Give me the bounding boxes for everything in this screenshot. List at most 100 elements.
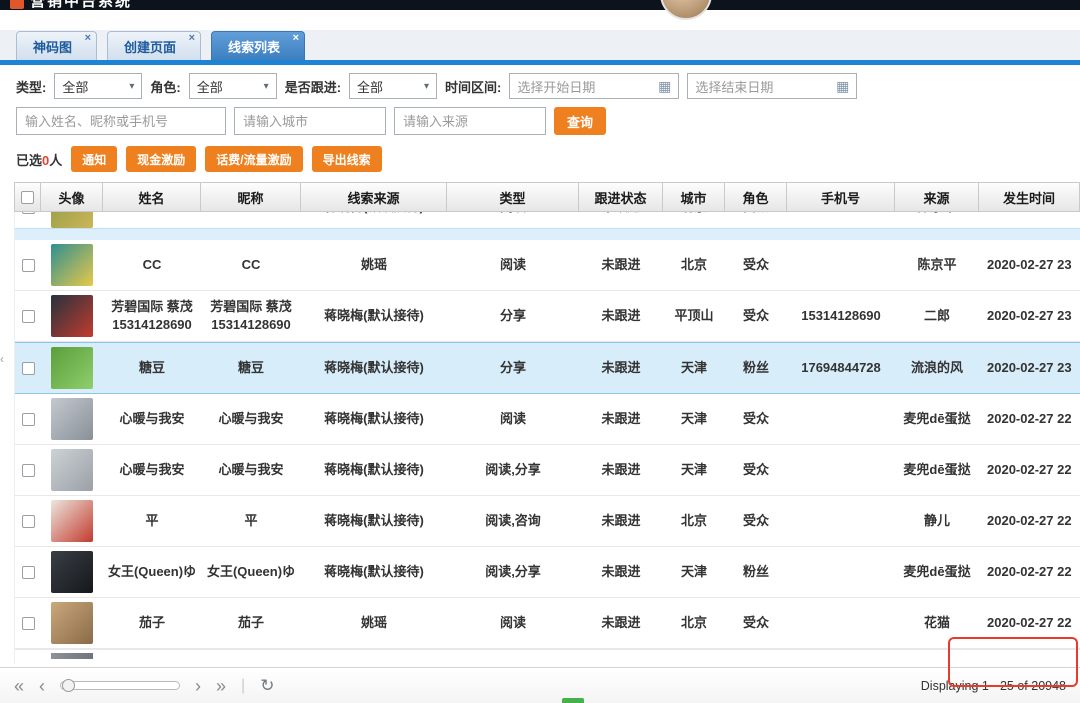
checkbox-cell xyxy=(15,212,41,228)
close-icon[interactable]: × xyxy=(85,33,91,44)
cell-city: 天津 xyxy=(663,343,725,393)
cell-follow-status: 未跟进 xyxy=(579,291,663,341)
row-checkbox[interactable] xyxy=(22,566,35,579)
cell-name: 茄子 xyxy=(103,598,201,648)
cell-nickname: 心暖与我安 xyxy=(201,394,301,444)
col-lead-source[interactable]: 线索来源 xyxy=(301,182,447,212)
cell-nickname: 女王(Queen)ゆ xyxy=(201,547,301,597)
close-icon[interactable]: × xyxy=(189,33,195,44)
cell-type: 阅读,咨询 xyxy=(447,496,579,546)
col-time[interactable]: 发生时间 xyxy=(979,182,1080,212)
cell-origin: 陈京平 xyxy=(895,240,979,290)
table-row[interactable]: 糖豆 糖豆 蒋晓梅(默认接待) 分享 未跟进 天津 粉丝 17694844728… xyxy=(15,342,1080,394)
cell-origin: 麦兜dē蛋挞 xyxy=(895,394,979,444)
avatar xyxy=(51,449,93,491)
select-all-checkbox[interactable] xyxy=(21,191,34,204)
cell-nickname: CC xyxy=(201,240,301,290)
cash-reward-button[interactable]: 现金激励 xyxy=(126,146,196,172)
cell-lead-source: 蒋晓梅(默认接待) xyxy=(301,547,447,597)
cell-role: 受众 xyxy=(725,212,787,228)
calendar-icon[interactable]: ▦ xyxy=(658,79,671,93)
app-logo xyxy=(10,0,24,9)
col-name[interactable]: 姓名 xyxy=(103,182,201,212)
cell-origin: 麦兜dē蛋挞 xyxy=(895,445,979,495)
row-checkbox[interactable] xyxy=(22,362,35,375)
table-row[interactable]: 心暖与我安 心暖与我安 蒋晓梅(默认接待) 阅读 未跟进 天津 受众 麦兜dē蛋… xyxy=(15,394,1080,445)
row-checkbox[interactable] xyxy=(22,259,35,272)
cell-lead-source: 蒋晓梅(默认接待) xyxy=(301,394,447,444)
last-page-icon[interactable]: » xyxy=(216,677,226,695)
table-row[interactable]: 女王(Queen)ゆ 女王(Queen)ゆ 蒋晓梅(默认接待) 阅读,分享 未跟… xyxy=(15,547,1080,598)
search-button[interactable]: 查询 xyxy=(554,107,606,135)
col-follow-status[interactable]: 跟进状态 xyxy=(579,182,663,212)
prev-page-icon[interactable]: ‹ xyxy=(39,677,45,695)
checkbox-cell xyxy=(15,445,41,495)
cell-phone xyxy=(787,445,895,495)
row-checkbox[interactable] xyxy=(22,515,35,528)
col-role[interactable]: 角色 xyxy=(725,182,787,212)
col-phone[interactable]: 手机号 xyxy=(787,182,895,212)
col-avatar[interactable]: 头像 xyxy=(41,182,103,212)
cell-origin: 陈京平 xyxy=(895,212,979,228)
col-nickname[interactable]: 昵称 xyxy=(201,182,301,212)
refresh-icon[interactable]: ↻ xyxy=(260,676,274,696)
avatar-cell xyxy=(41,212,103,228)
avatar-cell xyxy=(41,496,103,546)
avatar-cell xyxy=(41,240,103,290)
export-leads-button[interactable]: 导出线索 xyxy=(312,146,382,172)
tab-shenmatu[interactable]: 神码图 × xyxy=(16,31,97,60)
close-icon[interactable]: × xyxy=(293,33,299,44)
col-type[interactable]: 类型 xyxy=(447,182,579,212)
col-city[interactable]: 城市 xyxy=(663,182,725,212)
avatar xyxy=(51,653,93,659)
row-checkbox[interactable] xyxy=(22,617,35,630)
row-checkbox[interactable] xyxy=(22,413,35,426)
table-row[interactable]: CC CC 姚瑶 阅读 未跟进 北京 受众 陈京平 2020-02-27 23 xyxy=(15,240,1080,291)
notify-button[interactable]: 通知 xyxy=(71,146,117,172)
tab-leads-list[interactable]: 线索列表 × xyxy=(211,31,305,60)
table-row[interactable]: CC CC 蒋晓梅(默认接待) 阅读 未跟进 北京 受众 陈京平 xyxy=(15,212,1080,228)
name-search-input[interactable] xyxy=(16,107,226,135)
follow-select[interactable]: 全部 ▾ xyxy=(349,73,437,99)
cell-time: 2020-02-27 23 xyxy=(979,240,1080,290)
cell-time: 2020-02-27 22 xyxy=(979,394,1080,444)
table-row[interactable]: 心暖与我安 心暖与我安 蒋晓梅(默认接待) 阅读,分享 未跟进 天津 受众 麦兜… xyxy=(15,445,1080,496)
cell-role: 受众 xyxy=(725,394,787,444)
table-row[interactable]: 茄子 茄子 姚瑶 阅读 未跟进 北京 受众 花猫 2020-02-27 22 xyxy=(15,598,1080,649)
cell-role: 受众 xyxy=(725,291,787,341)
col-origin[interactable]: 来源 xyxy=(895,182,979,212)
city-search-input[interactable] xyxy=(234,107,386,135)
filter-row-2: 查询 xyxy=(16,107,1080,135)
cell-time: 2020-02-27 23 xyxy=(979,291,1080,341)
table-row[interactable]: 平 平 蒋晓梅(默认接待) 阅读,咨询 未跟进 北京 受众 静儿 2020-02… xyxy=(15,496,1080,547)
start-date-field[interactable]: 选择开始日期 ▦ xyxy=(509,73,679,99)
cell-city: 北京 xyxy=(663,240,725,290)
table-header: 头像 姓名 昵称 线索来源 类型 跟进状态 城市 角色 手机号 来源 发生时间 xyxy=(14,182,1080,212)
cell-follow-status: 未跟进 xyxy=(579,240,663,290)
row-checkbox[interactable] xyxy=(22,310,35,323)
cell-name: 平 xyxy=(103,496,201,546)
cell-role: 受众 xyxy=(725,445,787,495)
action-row: 已选0人 通知 现金激励 话费/流量激励 导出线索 xyxy=(16,146,1080,172)
checkbox-cell xyxy=(15,547,41,597)
row-checkbox[interactable] xyxy=(22,464,35,477)
next-page-icon[interactable]: › xyxy=(195,677,201,695)
cell-time: 2020-02-27 22 xyxy=(979,496,1080,546)
user-avatar[interactable] xyxy=(660,0,712,20)
cell-follow-status: 未跟进 xyxy=(579,445,663,495)
table-row[interactable]: 芳碧国际 蔡茂 15314128690 芳碧国际 蔡茂 15314128690 … xyxy=(15,291,1080,342)
calendar-icon[interactable]: ▦ xyxy=(836,79,849,93)
first-page-icon[interactable]: « xyxy=(14,677,24,695)
cell-phone xyxy=(787,496,895,546)
type-select[interactable]: 全部 ▾ xyxy=(54,73,142,99)
data-reward-button[interactable]: 话费/流量激励 xyxy=(205,146,302,172)
source-search-input[interactable] xyxy=(394,107,546,135)
pagination-slider-knob[interactable] xyxy=(62,679,75,692)
role-select[interactable]: 全部 ▾ xyxy=(189,73,277,99)
panel-collapse-icon[interactable]: ‹ xyxy=(0,352,4,366)
row-checkbox[interactable] xyxy=(22,212,35,214)
tab-create-page[interactable]: 创建页面 × xyxy=(107,31,201,60)
pagination-slider[interactable] xyxy=(60,681,180,690)
cell-time: 2020-02-27 22 xyxy=(979,445,1080,495)
end-date-field[interactable]: 选择结束日期 ▦ xyxy=(687,73,857,99)
